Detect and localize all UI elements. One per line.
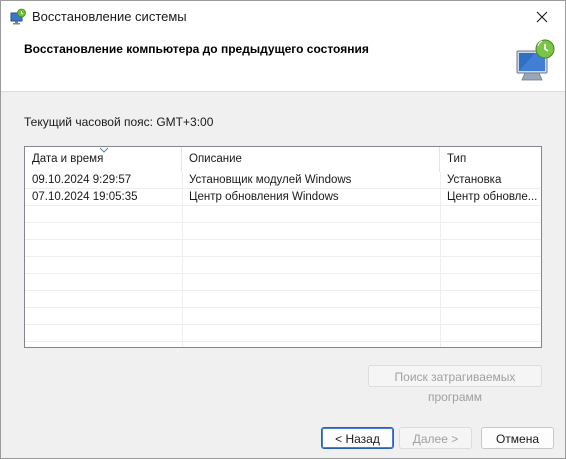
table-row[interactable]: 07.10.2024 19:05:35 Центр обновления Win… bbox=[25, 189, 541, 206]
cell-type: Установка bbox=[447, 174, 502, 186]
close-button[interactable] bbox=[519, 1, 565, 33]
system-restore-icon bbox=[9, 8, 27, 26]
empty-row bbox=[25, 291, 541, 308]
back-button[interactable]: < Назад bbox=[321, 427, 394, 449]
empty-row bbox=[25, 240, 541, 257]
column-header-date[interactable]: Дата и время bbox=[25, 147, 182, 172]
next-button[interactable]: Далее > bbox=[399, 427, 472, 449]
title-bar: Восстановление системы bbox=[1, 1, 565, 33]
table-row[interactable]: 09.10.2024 9:29:57 Установщик модулей Wi… bbox=[25, 172, 541, 189]
empty-row bbox=[25, 257, 541, 274]
sort-descending-icon bbox=[99, 147, 109, 153]
empty-row bbox=[25, 223, 541, 240]
cell-description: Центр обновления Windows bbox=[189, 191, 339, 203]
page-title: Восстановление компьютера до предыдущего… bbox=[24, 42, 369, 56]
cell-date: 07.10.2024 19:05:35 bbox=[32, 191, 138, 203]
restore-computer-icon bbox=[511, 37, 559, 85]
column-header-date-label: Дата и время bbox=[32, 153, 104, 165]
wizard-header: Восстановление компьютера до предыдущего… bbox=[1, 33, 565, 92]
close-icon bbox=[536, 11, 548, 23]
column-header-description[interactable]: Описание bbox=[182, 147, 440, 172]
empty-row bbox=[25, 274, 541, 291]
cancel-button[interactable]: Отмена bbox=[481, 427, 554, 449]
empty-row bbox=[25, 325, 541, 342]
column-header-type-label: Тип bbox=[447, 153, 467, 165]
empty-row bbox=[25, 308, 541, 325]
list-header: Дата и время Описание Тип bbox=[25, 147, 541, 172]
empty-row bbox=[25, 206, 541, 223]
restore-points-list[interactable]: Дата и время Описание Тип 09.10.2024 9:2… bbox=[24, 146, 542, 348]
cell-description: Установщик модулей Windows bbox=[189, 174, 352, 186]
column-header-type[interactable]: Тип bbox=[440, 147, 541, 172]
scan-affected-programs-button[interactable]: Поиск затрагиваемых программ bbox=[368, 365, 542, 404]
system-restore-window: Восстановление системы Восстановление ко… bbox=[0, 0, 566, 459]
cell-date: 09.10.2024 9:29:57 bbox=[32, 174, 132, 186]
timezone-label: Текущий часовой пояс: GMT+3:00 bbox=[24, 115, 214, 129]
cell-type: Центр обновле... bbox=[447, 191, 538, 203]
window-title: Восстановление системы bbox=[32, 9, 187, 24]
column-header-description-label: Описание bbox=[189, 153, 242, 165]
